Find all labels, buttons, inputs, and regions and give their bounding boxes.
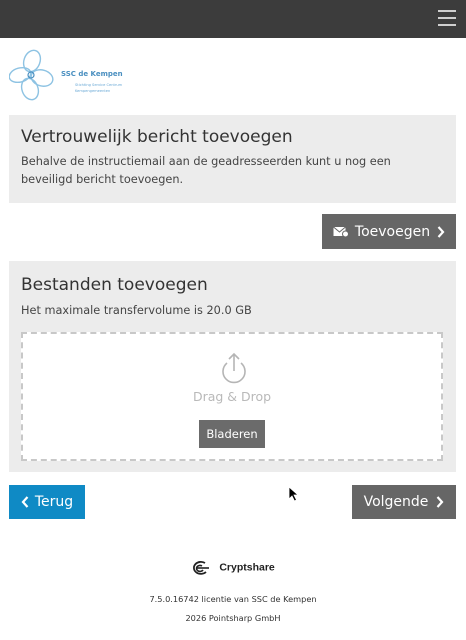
add-message-button[interactable]: Toevoegen [322, 214, 456, 249]
footer-brand: Cryptshare [0, 557, 466, 576]
drag-drop-text: Drag & Drop [192, 389, 272, 404]
company-logo: SSC de Kempen Stichting Service Centrum … [8, 49, 139, 101]
footer-copyright: 2026 Pointsharp GmbH [185, 613, 281, 623]
chevron-left-icon [21, 496, 29, 508]
logo-subtitle-1: Stichting Service Centrum [75, 83, 123, 87]
chevron-right-icon [437, 496, 444, 508]
drop-zone[interactable]: Drag & Drop Bladeren [21, 332, 443, 461]
message-panel-description: Behalve de instructiemail aan de geadres… [21, 155, 391, 186]
logo-name: SSC de Kempen [61, 70, 123, 78]
top-bar [0, 0, 466, 38]
message-panel-title: Vertrouwelijk bericht toevoegen [21, 127, 293, 147]
cryptshare-logo-icon [193, 560, 210, 575]
next-button[interactable]: Volgende [352, 485, 456, 519]
chevron-right-icon [437, 225, 445, 238]
next-label: Volgende [363, 494, 429, 510]
hamburger-menu-icon[interactable] [438, 10, 456, 26]
upload-icon [222, 352, 246, 384]
files-panel-title: Bestanden toevoegen [21, 275, 208, 295]
message-panel: Vertrouwelijk bericht toevoegen Behalve … [9, 115, 456, 203]
back-button[interactable]: Terug [9, 485, 85, 519]
mouse-cursor-icon [288, 486, 300, 502]
back-label: Terug [34, 494, 74, 510]
envelope-lock-icon [333, 226, 349, 237]
logo-flower-icon [8, 49, 54, 101]
transfer-limit-text: Het maximale transfervolume is 20.0 GB [21, 304, 252, 317]
files-panel: Bestanden toevoegen Het maximale transfe… [9, 261, 456, 472]
logo-subtitle-2: Kempengemeenten [75, 89, 111, 93]
add-message-label: Toevoegen [354, 223, 431, 240]
footer-brand-name: Cryptshare [219, 561, 275, 574]
browse-button[interactable]: Bladeren [199, 420, 265, 448]
footer-license: 7.5.0.16742 licentie van SSC de Kempen [149, 594, 317, 604]
